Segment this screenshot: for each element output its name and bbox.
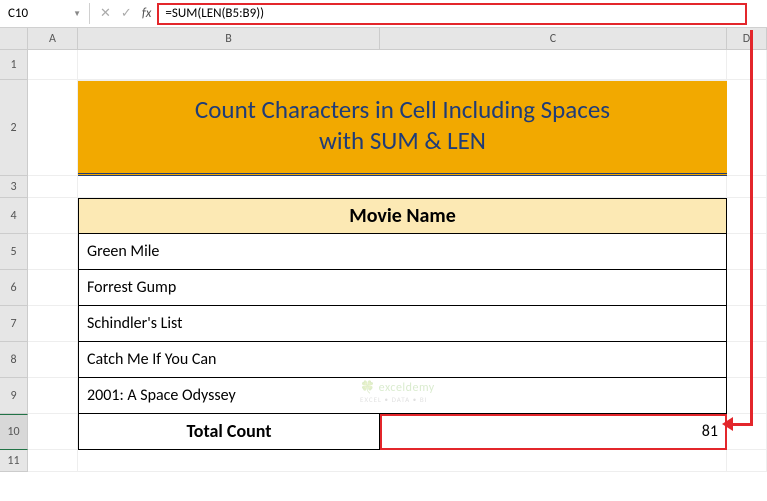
cell[interactable] bbox=[28, 80, 78, 176]
cell[interactable] bbox=[727, 234, 767, 270]
cell[interactable] bbox=[28, 50, 78, 80]
cell[interactable] bbox=[28, 234, 78, 270]
row-header-8[interactable]: 8 bbox=[0, 342, 28, 378]
col-header-c[interactable]: C bbox=[380, 28, 727, 49]
formula-bar-icons: ✕ ✓ bbox=[90, 6, 142, 21]
name-box-dropdown-icon[interactable]: ▼ bbox=[73, 9, 81, 19]
total-count-value: 81 bbox=[702, 422, 718, 441]
annotation-arrowhead-icon bbox=[722, 417, 733, 431]
cell[interactable] bbox=[727, 80, 767, 176]
cell[interactable] bbox=[727, 198, 767, 234]
worksheet: 1 2 3 4 5 6 7 8 9 10 11 Count Characters… bbox=[0, 50, 767, 472]
row-header-3[interactable]: 3 bbox=[0, 176, 28, 198]
formula-text: =SUM(LEN(B5:B9)) bbox=[165, 6, 264, 21]
row-header-6[interactable]: 6 bbox=[0, 270, 28, 306]
table-row[interactable]: 2001: A Space Odyssey bbox=[78, 378, 727, 414]
annotation-arrow-icon bbox=[750, 30, 753, 425]
row-header-10[interactable]: 10 bbox=[0, 414, 28, 450]
row-header-7[interactable]: 7 bbox=[0, 306, 28, 342]
cell[interactable] bbox=[727, 450, 767, 472]
cell[interactable] bbox=[727, 270, 767, 306]
enter-icon[interactable]: ✓ bbox=[121, 6, 132, 21]
cell[interactable] bbox=[78, 50, 727, 80]
cell[interactable] bbox=[28, 342, 78, 378]
cell[interactable] bbox=[727, 50, 767, 80]
cell[interactable] bbox=[727, 414, 767, 450]
total-count-cell[interactable]: 81 bbox=[380, 414, 727, 450]
cell[interactable] bbox=[28, 378, 78, 414]
table-header[interactable]: Movie Name bbox=[78, 198, 727, 234]
cell[interactable] bbox=[28, 176, 78, 198]
cell[interactable] bbox=[727, 378, 767, 414]
col-header-d[interactable]: D bbox=[727, 28, 767, 49]
grid-area[interactable]: Count Characters in Cell Including Space… bbox=[28, 50, 767, 472]
cell[interactable] bbox=[727, 306, 767, 342]
formula-bar: C10 ▼ ✕ ✓ fx =SUM(LEN(B5:B9)) bbox=[0, 0, 767, 28]
cell[interactable] bbox=[28, 270, 78, 306]
name-box[interactable]: C10 ▼ bbox=[0, 3, 90, 24]
cell[interactable] bbox=[28, 450, 78, 472]
col-header-b[interactable]: B bbox=[78, 28, 380, 49]
cell[interactable] bbox=[28, 306, 78, 342]
fx-icon[interactable]: fx bbox=[142, 6, 158, 21]
title-line-2: with SUM & LEN bbox=[78, 125, 727, 156]
formula-input[interactable]: =SUM(LEN(B5:B9)) bbox=[157, 3, 747, 25]
row-header-9[interactable]: 9 bbox=[0, 378, 28, 414]
cell[interactable] bbox=[28, 198, 78, 234]
row-header-1[interactable]: 1 bbox=[0, 50, 28, 80]
table-row[interactable]: Catch Me If You Can bbox=[78, 342, 727, 378]
cell[interactable] bbox=[727, 176, 767, 198]
table-row[interactable]: Schindler's List bbox=[78, 306, 727, 342]
cell[interactable] bbox=[78, 450, 727, 472]
total-count-label[interactable]: Total Count bbox=[78, 414, 380, 450]
cell-reference: C10 bbox=[8, 6, 28, 21]
table-row[interactable]: Forrest Gump bbox=[78, 270, 727, 306]
row-header-11[interactable]: 11 bbox=[0, 450, 28, 472]
table-row[interactable]: Green Mile bbox=[78, 234, 727, 270]
row-header-5[interactable]: 5 bbox=[0, 234, 28, 270]
cell[interactable] bbox=[727, 342, 767, 378]
cancel-icon[interactable]: ✕ bbox=[100, 6, 111, 21]
col-header-a[interactable]: A bbox=[28, 28, 78, 49]
title-banner: Count Characters in Cell Including Space… bbox=[78, 80, 727, 176]
column-headers: A B C D bbox=[0, 28, 767, 50]
cell[interactable] bbox=[28, 414, 78, 450]
title-line-1: Count Characters in Cell Including Space… bbox=[78, 94, 727, 125]
row-header-4[interactable]: 4 bbox=[0, 198, 28, 234]
cell[interactable] bbox=[78, 176, 727, 198]
select-all-box[interactable] bbox=[0, 28, 28, 49]
row-header-2[interactable]: 2 bbox=[0, 80, 28, 176]
row-headers: 1 2 3 4 5 6 7 8 9 10 11 bbox=[0, 50, 28, 472]
